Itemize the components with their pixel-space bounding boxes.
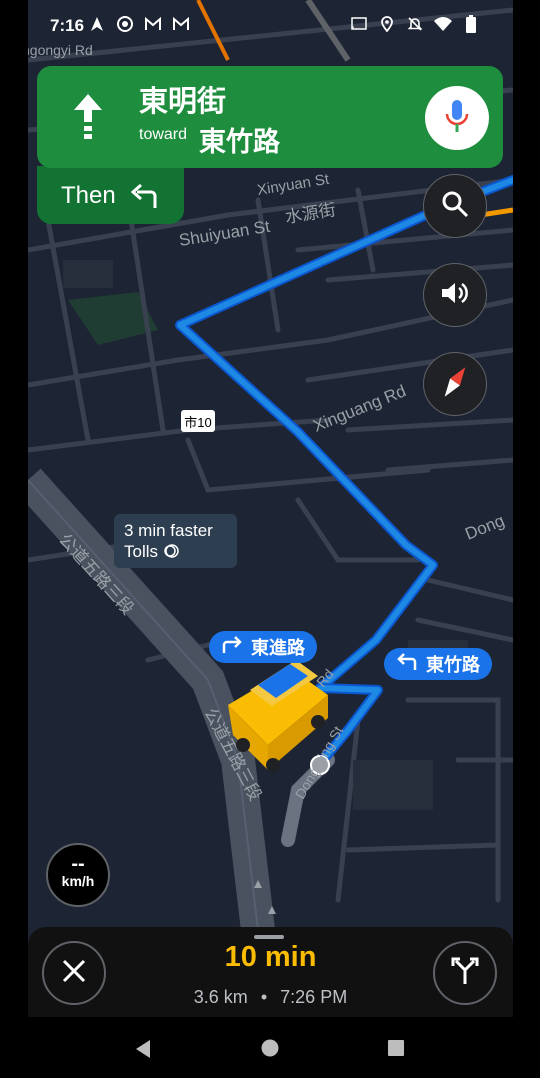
turn-left-icon <box>129 182 161 215</box>
toward-label: toward <box>139 126 188 143</box>
search-icon <box>441 190 469 223</box>
alternate-routes-button[interactable] <box>433 941 497 1005</box>
street-pill-left-label: 東竹路 <box>426 655 480 675</box>
straight-arrow-icon <box>71 92 105 145</box>
cast-icon <box>350 15 368 33</box>
navigation-icon <box>88 15 106 33</box>
street-pill-right-label: 東進路 <box>251 638 305 658</box>
trip-distance: 3.6 km <box>193 987 248 1007</box>
volume-icon <box>440 279 470 312</box>
wifi-icon <box>434 15 452 33</box>
compass-button[interactable] <box>423 352 487 416</box>
gmail-icon <box>172 15 190 33</box>
status-bar: 7:16 <box>0 0 540 52</box>
back-icon[interactable] <box>134 1039 152 1064</box>
trip-arrival: 7:26 PM <box>280 987 348 1007</box>
drag-handle[interactable] <box>254 935 284 939</box>
speed-value: -- <box>71 853 85 875</box>
alternate-route-callout[interactable]: 3 min faster Tolls <box>114 514 237 568</box>
mute-icon <box>406 15 424 33</box>
street-pill-right: 東進路 <box>209 631 317 663</box>
mic-icon <box>444 98 470 139</box>
callout-line-1: 3 min faster <box>124 521 213 540</box>
current-street: 東明街 <box>139 86 227 118</box>
sound-button[interactable] <box>423 263 487 327</box>
street-pill-left: 東竹路 <box>384 648 492 680</box>
toward-street: 東竹路 <box>199 127 280 157</box>
compass-icon <box>441 362 469 407</box>
navigation-banner[interactable]: 東明街 toward 東竹路 <box>37 66 503 168</box>
search-button[interactable] <box>423 174 487 238</box>
system-navigation-bar <box>0 1017 540 1078</box>
speedometer: -- km/h <box>46 843 110 907</box>
gmail-icon <box>144 15 162 33</box>
fork-icon <box>450 956 480 991</box>
battery-icon <box>462 15 480 33</box>
then-label: Then <box>61 182 116 209</box>
chrome-icon <box>116 15 134 33</box>
turn-right-icon <box>221 635 243 659</box>
route-shield-label: 市10 <box>184 415 211 430</box>
voice-search-button[interactable] <box>425 86 489 150</box>
toll-icon <box>163 543 179 564</box>
callout-line-2: Tolls <box>124 542 159 561</box>
then-box[interactable]: Then <box>37 166 184 224</box>
speed-unit: km/h <box>61 873 95 889</box>
turn-left-icon <box>396 652 418 676</box>
home-icon[interactable] <box>261 1039 279 1062</box>
location-icon <box>378 15 396 33</box>
recents-icon[interactable] <box>387 1039 405 1062</box>
trip-separator: • <box>260 987 268 1007</box>
status-time: 7:16 <box>50 16 85 35</box>
trip-panel[interactable]: 10 min 3.6 km • 7:26 PM <box>28 927 513 1017</box>
